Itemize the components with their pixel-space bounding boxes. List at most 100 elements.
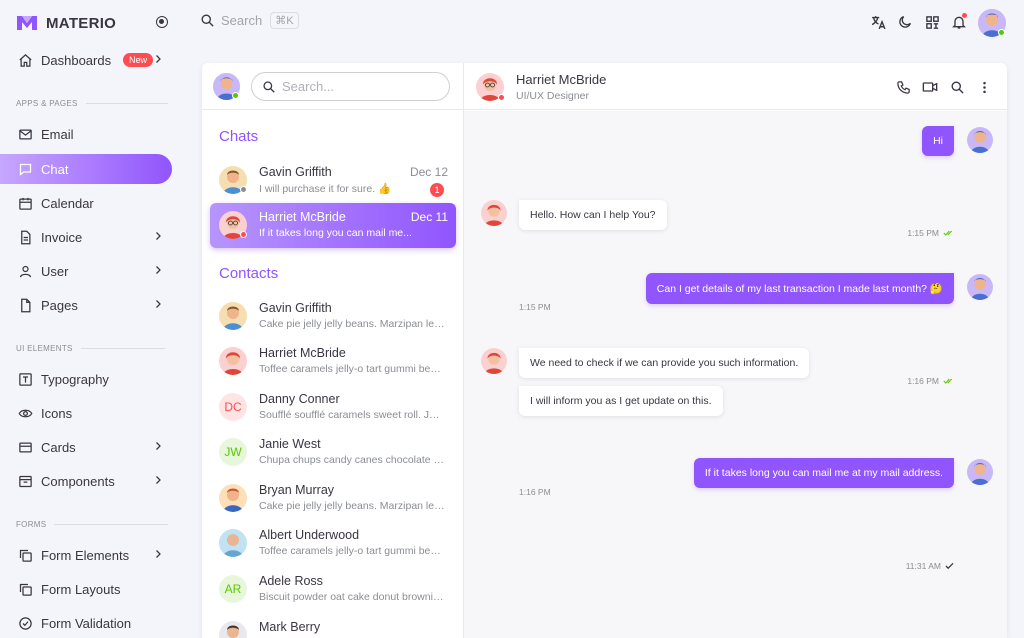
nav-dashboards[interactable]: Dashboards New — [0, 45, 172, 75]
conversation-name: Harriet McBride — [516, 72, 607, 87]
chat-sidebar: Chats Gavin Griffith I will purchase it … — [202, 63, 464, 638]
message-incoming: I will inform you as I get update on thi… — [519, 386, 723, 416]
grid-icon[interactable] — [922, 12, 942, 32]
nav-components[interactable]: Components — [0, 466, 172, 496]
contact-preview: Biscuit powder oat cake donut brownie ic… — [259, 591, 445, 603]
nav-pages-label: Pages — [41, 297, 78, 313]
busy-status-dot — [240, 231, 247, 238]
translate-icon[interactable] — [868, 12, 888, 32]
message-time: 1:15 PM — [907, 228, 954, 238]
double-check-icon — [943, 230, 953, 236]
nav-form-elements-label: Form Elements — [41, 547, 130, 563]
notification-dot — [962, 13, 967, 18]
nav-form-layouts[interactable]: Form Layouts — [0, 574, 172, 604]
message-time: 1:15 PM — [519, 302, 551, 312]
contact-name: Janie West — [259, 437, 321, 451]
contact-avatar — [481, 200, 507, 226]
bell-icon[interactable] — [949, 12, 969, 32]
nav-invoice[interactable]: Invoice — [0, 222, 172, 252]
chevron-right-icon — [152, 264, 164, 279]
nav-form-elements[interactable]: Form Elements — [0, 540, 172, 570]
chat-icon — [17, 161, 33, 177]
message-outgoing: Hi — [922, 126, 954, 156]
invoice-icon — [17, 229, 33, 245]
contact-item[interactable]: AR Adele Ross Biscuit powder oat cake do… — [210, 567, 456, 612]
offline-status-dot — [240, 186, 247, 193]
contact-preview: Toffee caramels jelly-o tart gummi bears… — [259, 545, 445, 557]
chevron-right-icon — [152, 53, 164, 68]
avatar-initials: JW — [219, 438, 247, 466]
topbar-actions — [868, 12, 976, 32]
double-check-icon — [943, 378, 953, 384]
section-apps-pages: APPS & PAGES — [16, 99, 168, 108]
materio-logo-icon — [17, 16, 37, 30]
contact-item[interactable]: Mark Berry — [210, 613, 456, 638]
chat-date: Dec 11 — [410, 210, 448, 224]
contact-item[interactable]: DC Danny Conner Soufflé soufflé caramels… — [210, 385, 456, 430]
chevron-right-icon — [152, 230, 164, 245]
nav-pages[interactable]: Pages — [0, 290, 172, 320]
section-ui-elements: UI ELEMENTS — [16, 344, 165, 353]
message-list: Hi 1:15 PM Hello. How can I help You? 1:… — [464, 111, 1007, 638]
nav-user-label: User — [41, 263, 69, 279]
brand[interactable]: MATERIO — [16, 13, 116, 33]
nav-form-validation-label: Form Validation — [41, 615, 132, 631]
message-time: 1:16 PM — [519, 487, 551, 497]
global-search[interactable]: Search ⌘K — [200, 12, 299, 29]
contact-item[interactable]: JW Janie West Chupa chups candy canes ch… — [210, 430, 456, 475]
chat-item[interactable]: Gavin Griffith I will purchase it for su… — [210, 158, 456, 203]
section-forms: FORMS — [16, 520, 168, 529]
nav-icons[interactable]: Icons — [0, 398, 172, 428]
contact-item[interactable]: Albert Underwood Toffee caramels jelly-o… — [210, 521, 456, 566]
contact-name: Albert Underwood — [259, 528, 360, 542]
message-outgoing: Can I get details of my last transaction… — [645, 273, 954, 304]
chat-preview: I will purchase it for sure. 👍 — [259, 183, 392, 195]
chat-search-input[interactable] — [282, 79, 432, 94]
my-avatar — [967, 127, 993, 153]
home-icon — [17, 52, 33, 68]
moon-icon[interactable] — [895, 12, 915, 32]
contact-item[interactable]: Harriet McBride Toffee caramels jelly-o … — [210, 339, 456, 384]
copy-icon — [17, 547, 33, 563]
nav-email[interactable]: Email — [0, 119, 172, 149]
card-icon — [17, 439, 33, 455]
nav-cards[interactable]: Cards — [0, 432, 172, 462]
avatar-initials: DC — [219, 393, 247, 421]
more-vertical-icon[interactable] — [975, 78, 993, 96]
chat-item-active[interactable]: Harriet McBride If it takes long you can… — [210, 203, 456, 248]
avatar — [219, 302, 247, 330]
nav-email-label: Email — [41, 126, 74, 142]
phone-icon[interactable] — [894, 78, 912, 96]
contact-preview: Chupa chups candy canes chocolate bar ma… — [259, 454, 445, 466]
nav-typography[interactable]: Typography — [0, 364, 172, 394]
contact-item[interactable]: Gavin Griffith Cake pie jelly jelly bean… — [210, 294, 456, 339]
search-shortcut: ⌘K — [270, 12, 299, 29]
avatar-initials: AR — [219, 575, 247, 603]
chevron-right-icon — [152, 548, 164, 563]
global-search-placeholder: Search — [221, 13, 263, 28]
avatar — [219, 621, 247, 638]
avatar — [219, 347, 247, 375]
contact-name: Mark Berry — [259, 620, 321, 634]
chat-name: Gavin Griffith — [259, 165, 332, 179]
contact-preview: Cake pie jelly jelly beans. Marzipan lem… — [259, 500, 445, 512]
nav-components-label: Components — [41, 473, 115, 489]
nav-chat[interactable]: Chat — [0, 154, 172, 184]
video-icon[interactable] — [921, 78, 939, 96]
nav-calendar[interactable]: Calendar — [0, 188, 172, 218]
time-label: 1:15 PM — [907, 228, 939, 238]
my-avatar — [967, 274, 993, 300]
archive-icon — [17, 473, 33, 489]
message-time: 11:31 AM — [906, 561, 954, 571]
nav-form-validation[interactable]: Form Validation — [0, 608, 172, 638]
nav-dashboards-label: Dashboards — [41, 52, 112, 68]
nav-user[interactable]: User — [0, 256, 172, 286]
conversation-role: UI/UX Designer — [516, 90, 589, 102]
menu-pin-icon[interactable] — [156, 16, 168, 28]
search-icon[interactable] — [948, 78, 966, 96]
chat-app-card: Chats Gavin Griffith I will purchase it … — [202, 63, 1007, 638]
chat-search[interactable] — [251, 72, 450, 101]
sidebar: MATERIO Dashboards New APPS & PAGES Emai… — [0, 0, 180, 638]
nav-cards-label: Cards — [41, 439, 76, 455]
contact-item[interactable]: Bryan Murray Cake pie jelly jelly beans.… — [210, 476, 456, 521]
